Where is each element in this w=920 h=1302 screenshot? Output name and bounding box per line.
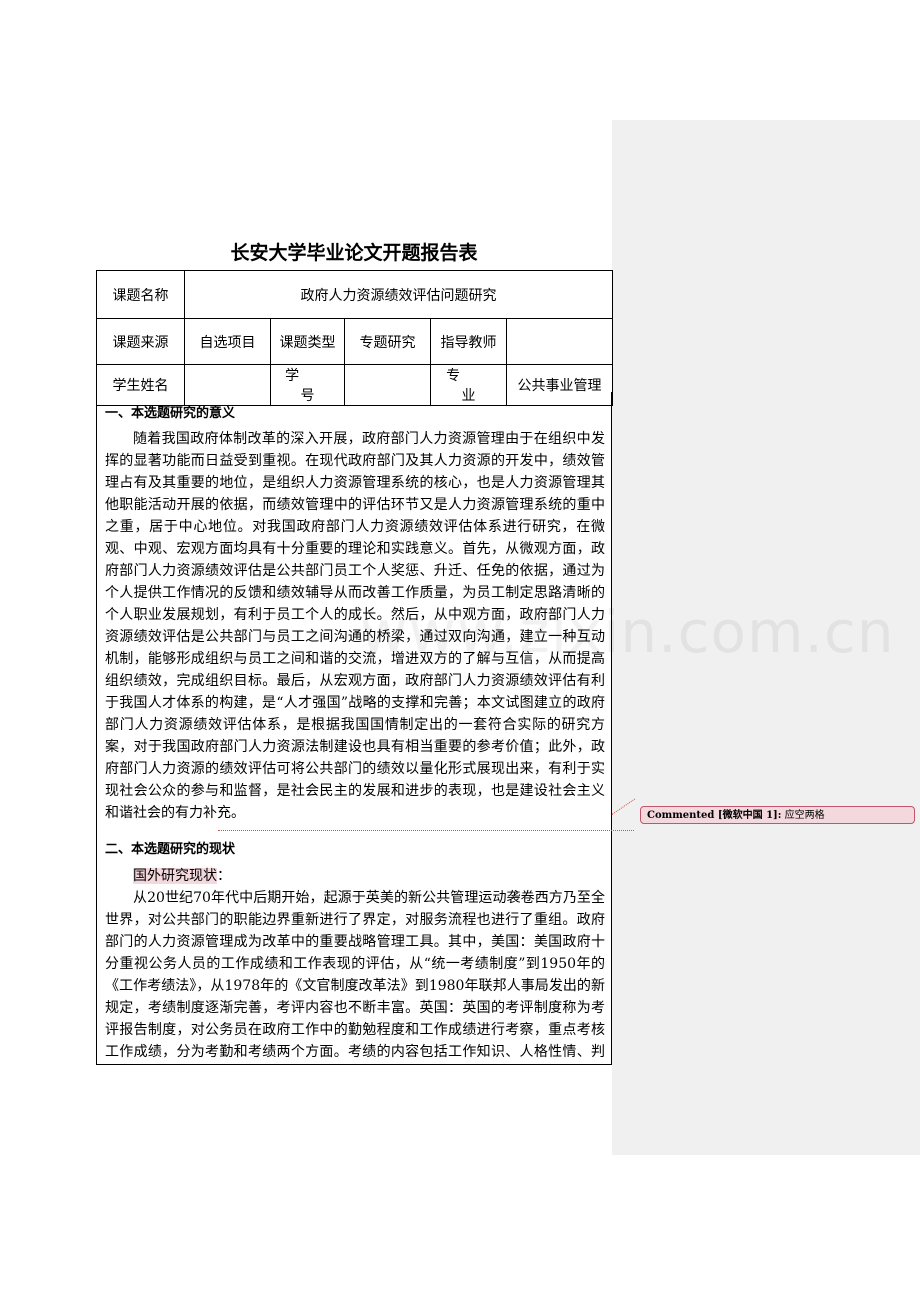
topic-label: 课题名称 — [96, 270, 185, 319]
source-value: 自选项目 — [184, 318, 271, 365]
section-heading-status: 二、本选题研究的现状 — [105, 842, 236, 857]
advisor-value — [505, 318, 614, 365]
advisor-label: 指导教师 — [430, 318, 507, 365]
report-body-cell: 一、本选题研究的意义 随着我国政府体制改革的深入开展，政府部门人力资源管理由于在… — [96, 392, 612, 1065]
subheading-punct: ： — [217, 868, 231, 884]
comment-balloon[interactable]: Commented [微软中国 1]: 应空两格 — [640, 806, 915, 824]
table-row: 课题名称 政府人力资源绩效评估问题研究 — [96, 270, 614, 319]
paragraph-foreign-research: 从20世纪70年代中后期开始，起源于英美的新公共管理运动袭卷西方乃至全世界，对公… — [105, 890, 605, 1060]
topic-value: 政府人力资源绩效评估问题研究 — [183, 270, 614, 319]
type-label: 课题类型 — [270, 318, 345, 365]
commented-text[interactable]: 国外研究现状 — [133, 868, 217, 884]
info-table: 课题名称 政府人力资源绩效评估问题研究 课题来源 自选项目 课题类型 专题研究 … — [96, 270, 614, 406]
comment-author: Commented [微软中国 1]: — [647, 810, 782, 821]
subheading-foreign-research[interactable]: 国外研究现状： — [105, 865, 605, 887]
type-value: 专题研究 — [344, 318, 431, 365]
paragraph-significance: 随着我国政府体制改革的深入开展，政府部门人力资源管理由于在组织中发挥的显著功能而… — [105, 431, 605, 821]
section-heading-significance: 一、本选题研究的意义 — [105, 406, 236, 421]
source-label: 课题来源 — [96, 318, 185, 365]
comment-connector-line — [218, 830, 634, 831]
document-title: 长安大学毕业论文开题报告表 — [230, 242, 478, 264]
comment-text: 应空两格 — [784, 810, 825, 821]
table-row: 课题来源 自选项目 课题类型 专题研究 指导教师 — [96, 318, 614, 365]
